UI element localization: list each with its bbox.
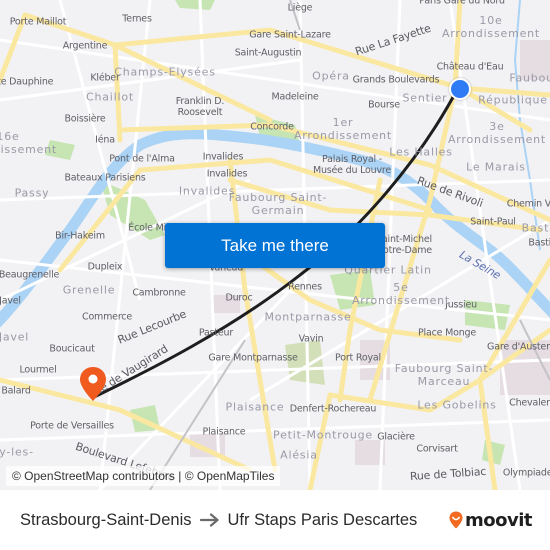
map-label-district: Invalides xyxy=(178,184,236,198)
map-label-district: Plaisance xyxy=(225,400,285,414)
destination-pin-icon[interactable] xyxy=(79,366,107,402)
map-label-station: Liège xyxy=(287,2,313,14)
map-view[interactable]: Porte Maillot Ternes Argentine Kléber Bo… xyxy=(0,0,550,490)
map-label-station: Balard xyxy=(1,385,31,397)
map-label-station: Boissière xyxy=(64,113,106,125)
map-label-district: 3e Arrondissement xyxy=(447,120,547,146)
map-label-district: Petit-Montrouge xyxy=(273,428,373,442)
map-label-station: Vavin xyxy=(298,333,324,345)
map-label-station: Glacière xyxy=(377,431,415,443)
map-label-station: Duroc xyxy=(225,292,253,304)
map-label-station: Paris Gare du Nord xyxy=(419,0,505,7)
map-label-district: Faubourg du xyxy=(509,71,550,85)
map-label-district: Bastille xyxy=(521,221,550,235)
map-label-district: République xyxy=(478,93,548,107)
map-label-district: Issy-les- xyxy=(0,445,34,459)
map-label-district: Sentier xyxy=(402,91,448,105)
map-label-district: 10e Arrondissement xyxy=(441,14,541,40)
map-label-district: Javel xyxy=(0,330,30,344)
map-label-station: Chemin Vert xyxy=(506,198,550,210)
moovit-pin-icon xyxy=(449,511,463,529)
map-label-station: Concorde xyxy=(250,121,294,133)
map-label-station: Gare Montparnasse xyxy=(208,352,298,364)
map-label-district: Opéra xyxy=(312,69,350,83)
moovit-logo: moovit xyxy=(449,507,533,533)
map-label-station: Argentine xyxy=(62,40,108,52)
map-label-station: Lourmel xyxy=(19,364,57,376)
map-label-station: Bir-Hakeim xyxy=(55,230,105,242)
map-label-station: Ternes xyxy=(122,13,152,25)
moovit-wordmark: moovit xyxy=(465,509,533,531)
map-label-station: Corvisart xyxy=(416,443,458,455)
map-label-station: Cambronne xyxy=(132,287,186,299)
map-label-station: Chevaleret xyxy=(509,397,550,409)
map-label-district: Passy xyxy=(14,186,50,200)
map-label-station: Beaugrenelle xyxy=(0,269,60,281)
map-label-district: Grenelle xyxy=(62,283,116,297)
map-label-station: Pasteur xyxy=(198,327,234,339)
map-attribution[interactable]: © OpenStreetMap contributors | © OpenMap… xyxy=(6,466,281,486)
map-label-station: Bourse xyxy=(368,99,400,111)
map-label-station: Plaisance xyxy=(202,426,246,438)
map-label-station: Invalides xyxy=(206,168,248,180)
map-label-district: Chaillot xyxy=(85,90,135,104)
map-label-station: Château d'Eau xyxy=(436,61,504,73)
route-origin: Strasbourg-Saint-Denis xyxy=(20,510,192,529)
map-label-district: 16e Arrondissement xyxy=(0,130,58,156)
map-label-station: Javel xyxy=(0,295,21,307)
map-label-station: Iéna xyxy=(95,134,115,146)
origin-marker[interactable] xyxy=(449,78,471,100)
map-label-station: Porte de Versailles xyxy=(30,420,114,432)
map-label-station: Pont de l'Alma xyxy=(109,153,175,165)
map-label-station: Invalides xyxy=(202,151,244,163)
map-label-station: Rennes xyxy=(288,281,322,293)
map-label-station: Madeleine xyxy=(271,91,319,103)
map-label-station: Dupleix xyxy=(87,261,123,273)
map-label-district: Les Halles xyxy=(389,145,453,159)
park-north xyxy=(175,0,215,10)
map-label-station: Bastille xyxy=(528,237,550,249)
map-label-station: Porte Maillot xyxy=(9,16,67,28)
map-label-station: Gare d'Austerlitz xyxy=(487,341,550,353)
map-label-station: Saint-Paul xyxy=(470,216,516,228)
arrow-right-icon xyxy=(199,513,219,527)
map-label-station: Saint-Augustin xyxy=(234,47,302,59)
map-label-station: Grands Boulevards xyxy=(352,74,440,86)
map-label-station: Port Royal xyxy=(335,352,381,364)
map-label-district: Alésia xyxy=(280,448,318,462)
map-label-station: Palais Royal - Musée du Louvre xyxy=(312,154,392,176)
route-destination: Ufr Staps Paris Descartes xyxy=(227,510,418,529)
map-label-station: Place Monge xyxy=(418,327,476,339)
map-label-station: Denfert-Rochereau xyxy=(289,403,377,415)
map-label-station: Commerce xyxy=(82,311,132,323)
map-label-district: Les Gobelins xyxy=(417,398,497,412)
map-label-district: Le Marais xyxy=(466,160,526,174)
map-label-station: Boucicaut xyxy=(49,343,95,355)
take-me-there-button[interactable]: Take me there xyxy=(165,223,385,268)
map-label-station: Olympiades xyxy=(502,467,550,479)
map-label-district: 5e Arrondissement xyxy=(351,281,451,307)
map-label-district: Montparnasse xyxy=(264,310,352,324)
map-label-district: Champs-Elysées xyxy=(114,65,216,79)
map-label-district: Faubourg Saint- Marceau xyxy=(394,362,494,388)
map-label-station: Bateaux Parisiens xyxy=(64,172,146,184)
map-label-station: Porte Dauphine xyxy=(0,76,54,88)
map-label-district: Faubourg Saint- Germain xyxy=(228,191,328,217)
map-label-station: Gare Saint-Lazare xyxy=(249,29,331,41)
map-label-station: Franklin D. Roosevelt xyxy=(175,96,225,118)
map-label-district: 1er Arrondissement xyxy=(293,116,393,142)
